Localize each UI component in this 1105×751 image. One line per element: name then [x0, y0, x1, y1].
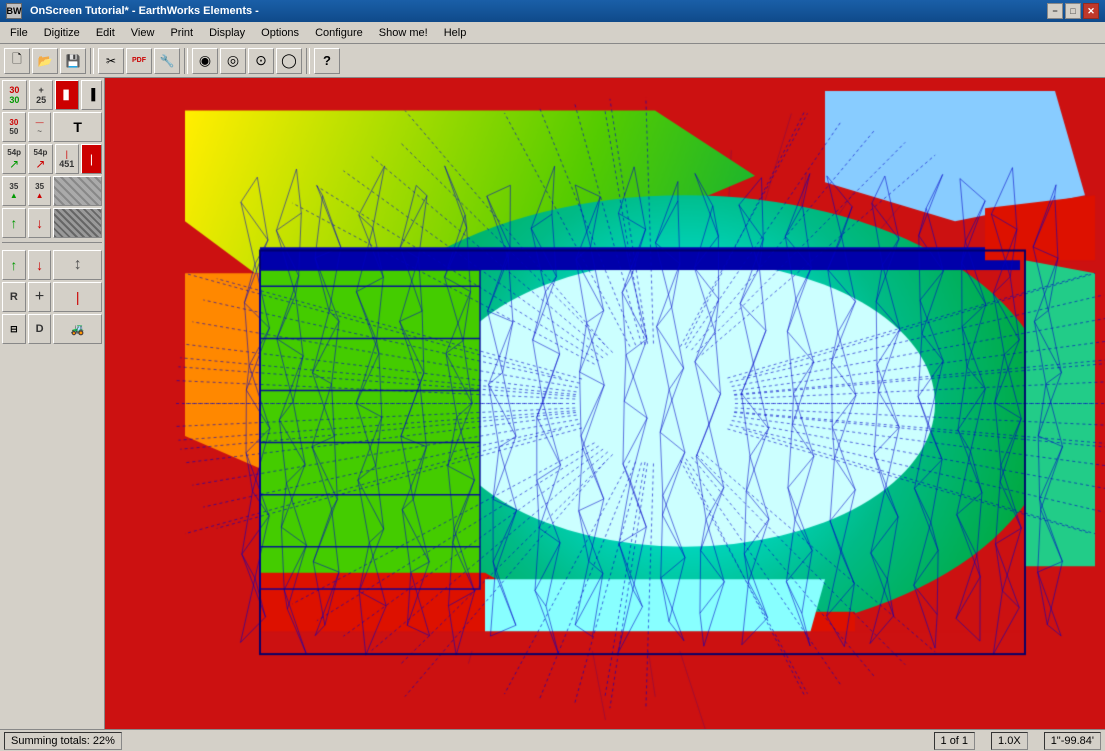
- left-tool-3c[interactable]: | 451: [55, 144, 79, 174]
- app-logo: BW: [6, 3, 22, 19]
- left-row-6: ↑ ↓ ↕: [2, 250, 102, 280]
- open-button[interactable]: 📂: [32, 48, 58, 74]
- left-tool-8a[interactable]: ⊟: [2, 314, 26, 344]
- canvas-area[interactable]: [105, 78, 1105, 729]
- left-tool-5c[interactable]: [53, 208, 102, 238]
- left-tool-1d[interactable]: ▐: [81, 80, 102, 110]
- tool-digitize4[interactable]: ◯: [276, 48, 302, 74]
- toolbar: 🗋 📂 💾 ✂ PDF 🔧 ◉ ◎ ⊙ ◯ ?: [0, 44, 1105, 78]
- menu-edit[interactable]: Edit: [88, 22, 123, 43]
- left-separator-1: [2, 242, 102, 246]
- minimize-button[interactable]: −: [1047, 3, 1063, 19]
- left-tool-8c[interactable]: 🚜: [53, 314, 102, 344]
- left-row-8: ⊟ D 🚜: [2, 314, 102, 344]
- left-tool-6a[interactable]: ↑: [2, 250, 26, 280]
- left-tool-1c[interactable]: ▊: [55, 80, 78, 110]
- new-button[interactable]: 🗋: [4, 48, 30, 74]
- left-row-5: ↑ ↓: [2, 208, 102, 238]
- left-tool-1a[interactable]: 30 30: [2, 80, 27, 110]
- toolbar-separator-3: [306, 48, 310, 74]
- left-tool-7b[interactable]: +: [28, 282, 52, 312]
- left-tool-4a[interactable]: 35 ▲: [2, 176, 26, 206]
- left-tool-1b[interactable]: + 25: [29, 80, 54, 110]
- left-toolbar: 30 30 + 25 ▊ ▐ 30 50 — ~ T: [0, 78, 105, 729]
- toolbar-separator-1: [90, 48, 94, 74]
- left-tool-7a[interactable]: R: [2, 282, 26, 312]
- summing-status: Summing totals: 22%: [4, 732, 122, 750]
- titlebar-left: BW OnScreen Tutorial* - EarthWorks Eleme…: [6, 3, 259, 19]
- left-row-2: 30 50 — ~ T: [2, 112, 102, 142]
- pdf-button[interactable]: PDF: [126, 48, 152, 74]
- page-indicator: 1 of 1: [934, 732, 976, 750]
- left-row-7: R + |: [2, 282, 102, 312]
- coordinates: 1"-99.84': [1044, 732, 1101, 750]
- toolbar-separator-2: [184, 48, 188, 74]
- left-tool-2b[interactable]: — ~: [28, 112, 52, 142]
- statusbar-right: 1 of 1 1.0X 1"-99.84': [934, 732, 1101, 750]
- statusbar-left: Summing totals: 22%: [4, 732, 122, 750]
- left-row-3: 54p ↗ 54p ↗ | 451 |: [2, 144, 102, 174]
- titlebar: BW OnScreen Tutorial* - EarthWorks Eleme…: [0, 0, 1105, 22]
- left-tool-6b[interactable]: ↓: [28, 250, 52, 280]
- tool-digitize1[interactable]: ◉: [192, 48, 218, 74]
- maximize-button[interactable]: □: [1065, 3, 1081, 19]
- cut-button[interactable]: ✂: [98, 48, 124, 74]
- zoom-level: 1.0X: [991, 732, 1028, 750]
- menu-display[interactable]: Display: [201, 22, 253, 43]
- help-button[interactable]: ?: [314, 48, 340, 74]
- left-tool-3b[interactable]: 54p ↗: [28, 144, 52, 174]
- left-tool-2c[interactable]: T: [53, 112, 102, 142]
- main-area: 30 30 + 25 ▊ ▐ 30 50 — ~ T: [0, 78, 1105, 729]
- left-tool-3d[interactable]: |: [81, 144, 102, 174]
- menu-help[interactable]: Help: [436, 22, 475, 43]
- left-tool-3a[interactable]: 54p ↗: [2, 144, 26, 174]
- tool-digitize2[interactable]: ◎: [220, 48, 246, 74]
- tool-wrench[interactable]: 🔧: [154, 48, 180, 74]
- menu-print[interactable]: Print: [162, 22, 201, 43]
- app-title: OnScreen Tutorial* - EarthWorks Elements…: [30, 5, 259, 17]
- tool-digitize3[interactable]: ⊙: [248, 48, 274, 74]
- left-tool-4c[interactable]: [53, 176, 102, 206]
- left-tool-2a[interactable]: 30 50: [2, 112, 26, 142]
- menu-options[interactable]: Options: [253, 22, 307, 43]
- left-row-4: 35 ▲ 35 ▲: [2, 176, 102, 206]
- left-tool-5b[interactable]: ↓: [28, 208, 52, 238]
- menu-showme[interactable]: Show me!: [371, 22, 436, 43]
- left-tool-6c[interactable]: ↕: [53, 250, 102, 280]
- menu-digitize[interactable]: Digitize: [36, 22, 88, 43]
- left-tool-8b[interactable]: D: [28, 314, 52, 344]
- titlebar-controls[interactable]: − □ ✕: [1047, 3, 1099, 19]
- menu-configure[interactable]: Configure: [307, 22, 371, 43]
- menu-file[interactable]: File: [2, 22, 36, 43]
- menu-view[interactable]: View: [123, 22, 163, 43]
- menubar: File Digitize Edit View Print Display Op…: [0, 22, 1105, 44]
- left-row-1: 30 30 + 25 ▊ ▐: [2, 80, 102, 110]
- statusbar: Summing totals: 22% 1 of 1 1.0X 1"-99.84…: [0, 729, 1105, 751]
- left-tool-5a[interactable]: ↑: [2, 208, 26, 238]
- save-button[interactable]: 💾: [60, 48, 86, 74]
- left-tool-7c[interactable]: |: [53, 282, 102, 312]
- left-tool-4b[interactable]: 35 ▲: [28, 176, 52, 206]
- close-button[interactable]: ✕: [1083, 3, 1099, 19]
- earthworks-canvas[interactable]: [105, 78, 1105, 729]
